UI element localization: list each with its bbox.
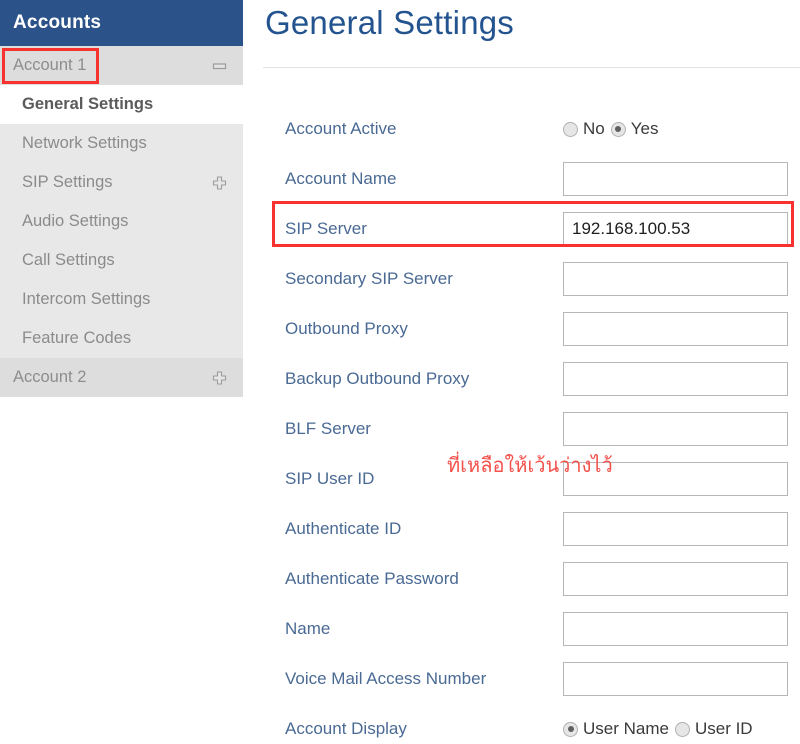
sidebar-item-label: SIP Settings: [22, 173, 113, 191]
field-control-account-name: [563, 162, 788, 196]
form-row-sip-server: SIP Server: [243, 204, 800, 254]
form-row-voice-mail-access-number: Voice Mail Access Number: [243, 654, 800, 704]
sidebar-item-label: Call Settings: [22, 251, 115, 269]
radio-group-account-active: No Yes: [563, 112, 788, 146]
form-row-name: Name: [243, 604, 800, 654]
radio-label: Yes: [630, 119, 659, 138]
sidebar-item-label: General Settings: [22, 95, 154, 113]
general-settings-form: Account Active No Yes Account Name SIP S…: [243, 104, 800, 744]
sip-server-input[interactable]: [563, 212, 788, 246]
sidebar-item-feature-codes[interactable]: Feature Codes: [0, 319, 243, 358]
sidebar-item-intercom-settings[interactable]: Intercom Settings: [0, 280, 243, 319]
account-name-input[interactable]: [563, 162, 788, 196]
field-label-authenticate-password: Authenticate Password: [285, 569, 459, 588]
minus-icon[interactable]: [212, 58, 227, 73]
main-panel: General Settings Account Active No Yes A…: [243, 0, 800, 744]
form-row-authenticate-id: Authenticate ID: [243, 504, 800, 554]
sidebar-header-title: Accounts: [13, 12, 102, 33]
field-control-secondary-sip-server: [563, 262, 788, 296]
sidebar-item-label: Network Settings: [22, 134, 147, 152]
radio-option-account-display-user-id[interactable]: User ID: [674, 719, 753, 739]
plus-icon[interactable]: [212, 370, 227, 385]
field-control-name: [563, 612, 788, 646]
radio-label: No: [583, 119, 605, 138]
radio-label: User ID: [694, 719, 753, 738]
radio-dot[interactable]: [563, 721, 578, 737]
form-row-blf-server: BLF Server: [243, 404, 800, 454]
page-title: General Settings: [265, 4, 515, 41]
field-control-sip-user-id: [563, 462, 788, 496]
sidebar-group-account-1[interactable]: Account 1: [0, 46, 243, 85]
title-divider: [263, 67, 800, 68]
field-label-backup-outbound-proxy: Backup Outbound Proxy: [285, 369, 470, 388]
radio-group-account-display: User Name User ID: [563, 712, 788, 744]
sidebar-item-general-settings[interactable]: General Settings: [0, 85, 243, 124]
field-control-outbound-proxy: [563, 312, 788, 346]
form-row-backup-outbound-proxy: Backup Outbound Proxy: [243, 354, 800, 404]
radio-option-account-display-user-name[interactable]: User Name: [563, 719, 669, 739]
sidebar-group-label-account-1: Account 1: [13, 56, 87, 74]
field-label-account-name: Account Name: [285, 169, 397, 188]
field-label-authenticate-id: Authenticate ID: [285, 519, 402, 538]
field-label-outbound-proxy: Outbound Proxy: [285, 319, 408, 338]
field-control-blf-server: [563, 412, 788, 446]
sidebar-item-label: Audio Settings: [22, 212, 129, 230]
authenticate-id-input[interactable]: [563, 512, 788, 546]
field-control-account-active: No Yes: [563, 112, 788, 146]
radio-option-account-active-no[interactable]: No: [563, 119, 605, 139]
field-label-blf-server: BLF Server: [285, 419, 371, 438]
sidebar-item-label: Intercom Settings: [22, 290, 151, 308]
sip-user-id-input[interactable]: [563, 462, 788, 496]
authenticate-password-input[interactable]: [563, 562, 788, 596]
radio-dot[interactable]: [674, 721, 690, 737]
voice-mail-access-number-input[interactable]: [563, 662, 788, 696]
form-row-account-name: Account Name: [243, 154, 800, 204]
settings-page: Accounts Account 1 General Settings Netw…: [0, 0, 800, 744]
radio-dot[interactable]: [563, 121, 578, 137]
sidebar-group-account-2[interactable]: Account 2: [0, 358, 243, 397]
field-label-name: Name: [285, 619, 331, 638]
field-label-sip-user-id: SIP User ID: [285, 469, 375, 488]
field-label-account-active: Account Active: [285, 119, 397, 138]
sidebar-item-call-settings[interactable]: Call Settings: [0, 241, 243, 280]
field-control-authenticate-id: [563, 512, 788, 546]
field-control-backup-outbound-proxy: [563, 362, 788, 396]
field-label-sip-server: SIP Server: [285, 219, 367, 238]
backup-outbound-proxy-input[interactable]: [563, 362, 788, 396]
blf-server-input[interactable]: [563, 412, 788, 446]
field-control-sip-server: [563, 212, 788, 246]
field-label-voice-mail-access-number: Voice Mail Access Number: [285, 669, 487, 688]
form-row-sip-user-id: SIP User ID: [243, 454, 800, 504]
sidebar-item-sip-settings[interactable]: SIP Settings: [0, 163, 243, 202]
accounts-sidebar: Accounts Account 1 General Settings Netw…: [0, 0, 243, 744]
field-control-account-display: User Name User ID: [563, 712, 788, 744]
form-row-account-display: Account Display User Name User ID: [243, 704, 800, 744]
form-row-secondary-sip-server: Secondary SIP Server: [243, 254, 800, 304]
sidebar-item-label: Feature Codes: [22, 329, 132, 347]
name-input[interactable]: [563, 612, 788, 646]
sidebar-item-network-settings[interactable]: Network Settings: [0, 124, 243, 163]
radio-dot[interactable]: [610, 121, 626, 137]
field-control-authenticate-password: [563, 562, 788, 596]
form-row-account-active: Account Active No Yes: [243, 104, 800, 154]
field-label-secondary-sip-server: Secondary SIP Server: [285, 269, 453, 288]
secondary-sip-server-input[interactable]: [563, 262, 788, 296]
sidebar-header: Accounts: [0, 0, 243, 46]
radio-option-account-active-yes[interactable]: Yes: [610, 119, 659, 139]
radio-label: User Name: [583, 719, 669, 738]
field-control-voice-mail-access-number: [563, 662, 788, 696]
outbound-proxy-input[interactable]: [563, 312, 788, 346]
form-row-authenticate-password: Authenticate Password: [243, 554, 800, 604]
field-label-account-display: Account Display: [285, 719, 407, 738]
sidebar-group-label-account-2: Account 2: [13, 368, 87, 386]
plus-icon[interactable]: [212, 175, 227, 190]
form-row-outbound-proxy: Outbound Proxy: [243, 304, 800, 354]
sidebar-item-audio-settings[interactable]: Audio Settings: [0, 202, 243, 241]
